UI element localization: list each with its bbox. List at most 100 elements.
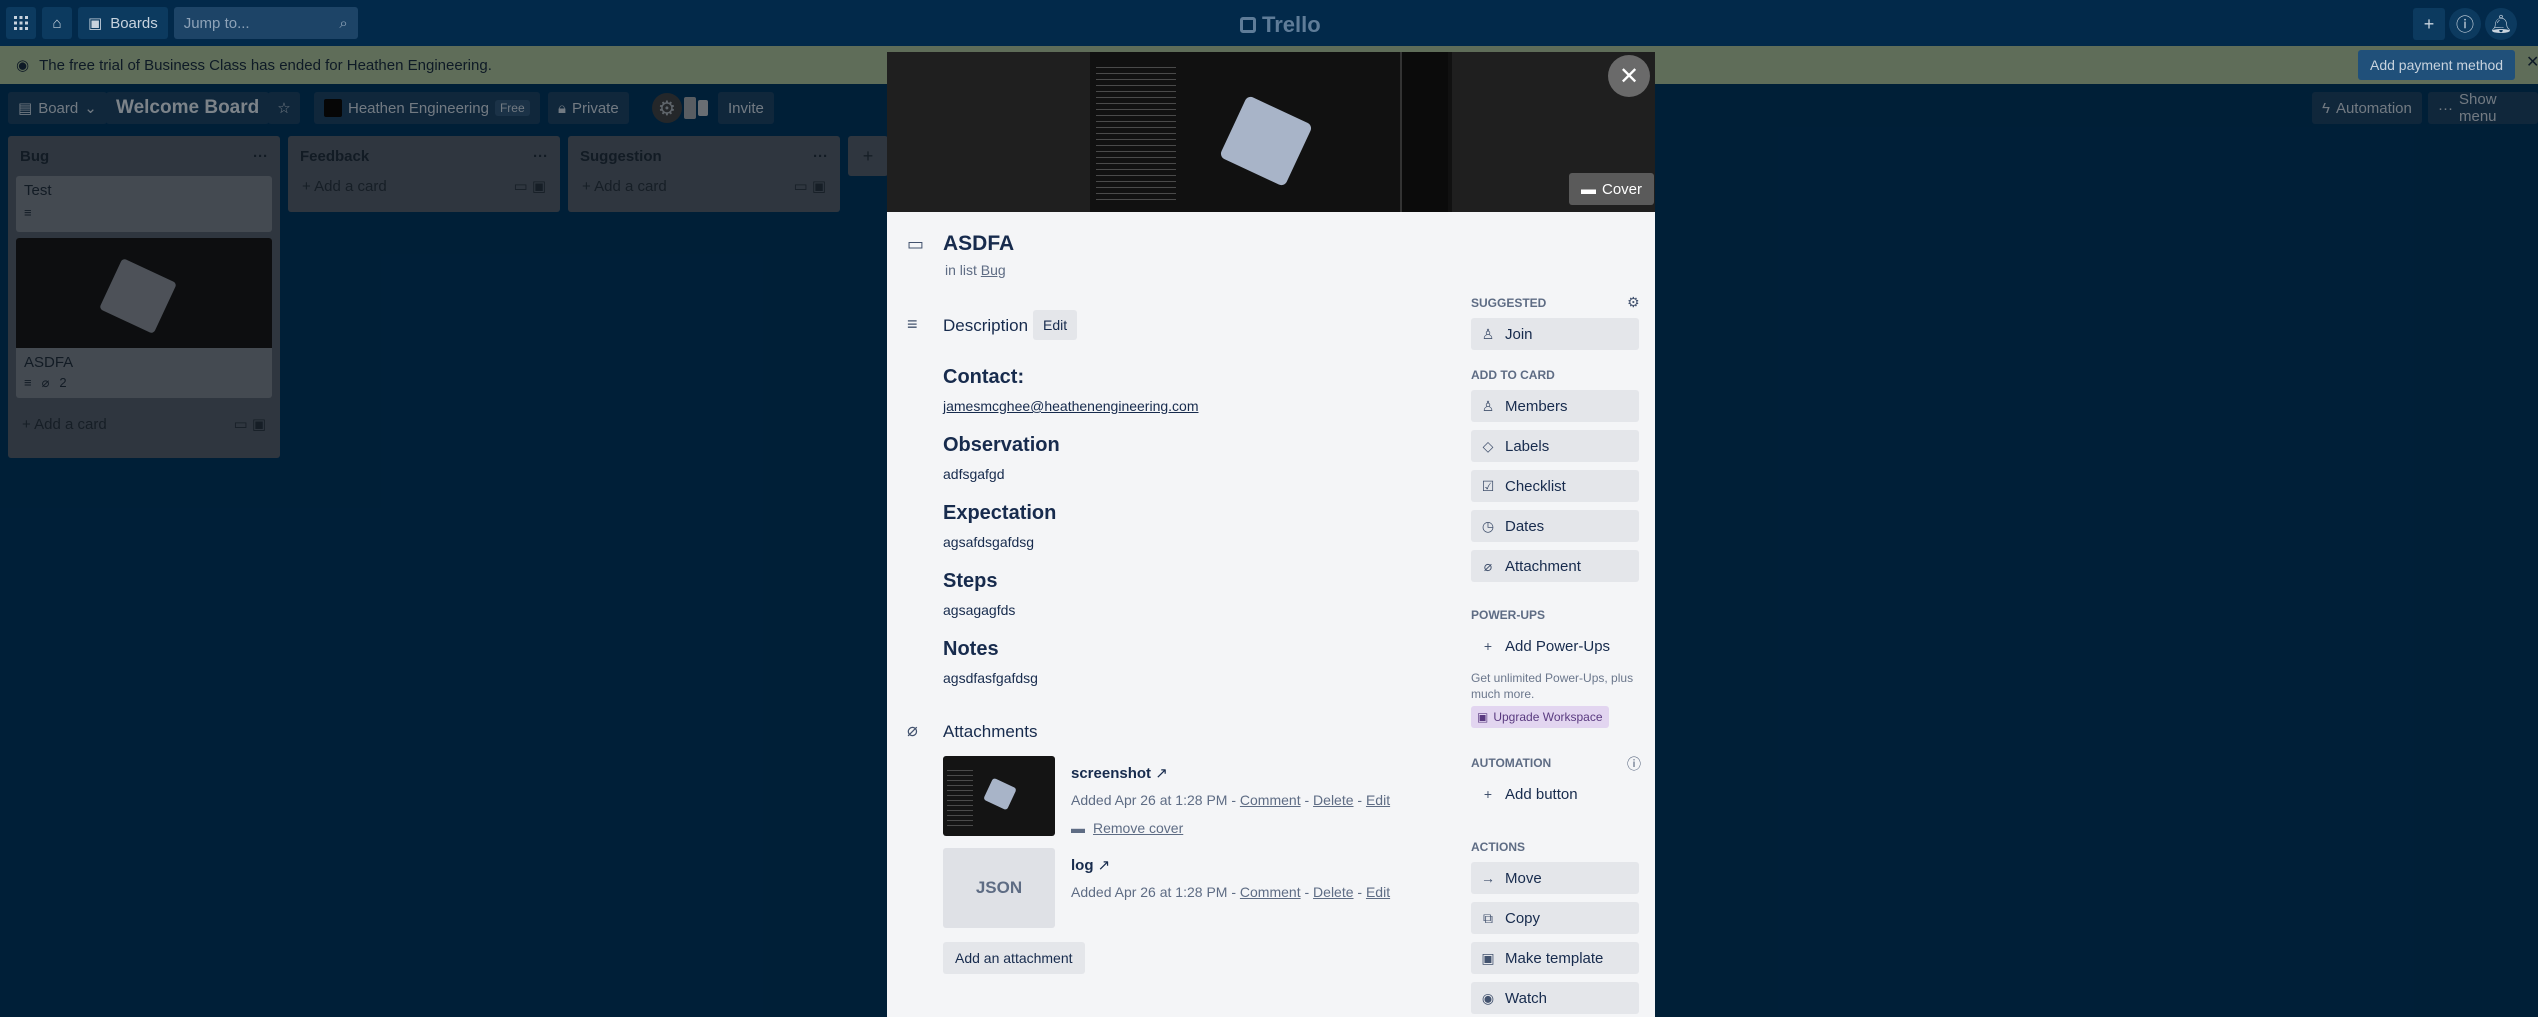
eye-icon: ◉ bbox=[1481, 989, 1495, 1006]
card-cover bbox=[887, 52, 1655, 212]
attachment-meta: Added Apr 26 at 1:28 PM - Comment - Dele… bbox=[1071, 884, 1391, 900]
info-icon[interactable]: ⓘ bbox=[1627, 754, 1641, 774]
cover-label: Cover bbox=[1602, 180, 1643, 198]
notifications-button[interactable]: 🔔︎ bbox=[2485, 8, 2517, 40]
banner-message: The free trial of Business Class has end… bbox=[39, 56, 492, 74]
plus-icon: + bbox=[2423, 13, 2435, 34]
attachment-button[interactable]: ⌀ Attachment bbox=[1471, 550, 1639, 582]
move-label: Move bbox=[1505, 869, 1542, 887]
megaphone-icon: ◉ bbox=[16, 57, 30, 74]
settings-gear-icon[interactable]: ⚙ bbox=[1627, 294, 1640, 311]
cover-side-panel bbox=[1400, 52, 1448, 212]
automation-label: Automation bbox=[1471, 756, 1552, 770]
close-banner-icon[interactable]: ✕ bbox=[2526, 52, 2538, 72]
attachment-meta: Added Apr 26 at 1:28 PM - Comment - Dele… bbox=[1071, 792, 1391, 808]
edit-link[interactable]: Edit bbox=[1366, 792, 1390, 808]
upgrade-workspace-button[interactable]: ▣ Upgrade Workspace bbox=[1471, 706, 1609, 728]
comment-link[interactable]: Comment bbox=[1240, 884, 1301, 900]
create-button[interactable]: + bbox=[2413, 8, 2445, 40]
external-link-icon: ↗ bbox=[1155, 765, 1168, 782]
screenshot-thumbnail[interactable] bbox=[943, 756, 1055, 836]
attachment-added: Added Apr 26 at 1:28 PM bbox=[1071, 792, 1228, 808]
notes-value: agsdfasfgafdsg bbox=[943, 670, 1038, 686]
expectation-value: agsafdsgafdsg bbox=[943, 534, 1035, 550]
add-payment-button[interactable]: Add payment method bbox=[2358, 50, 2516, 80]
card-detail-modal: ✕ ▬ Cover ▭ ASDFA in list Bug ≡ Descript… bbox=[887, 52, 1655, 1017]
join-button[interactable]: ♙ Join bbox=[1471, 318, 1639, 350]
add-button-label: Add button bbox=[1505, 785, 1578, 803]
delete-link[interactable]: Delete bbox=[1313, 792, 1353, 808]
add-powerups-label: Add Power-Ups bbox=[1505, 637, 1611, 655]
contact-email-link[interactable]: jamesmcghee@heathenengineering.com bbox=[943, 398, 1198, 414]
make-template-button[interactable]: ▣ Make template bbox=[1471, 942, 1639, 974]
edit-link[interactable]: Edit bbox=[1366, 884, 1390, 900]
make-template-label: Make template bbox=[1505, 949, 1604, 967]
move-button[interactable]: → Move bbox=[1471, 862, 1639, 894]
checkbox-icon: ☑ bbox=[1481, 477, 1495, 494]
cover-icon: ▬ bbox=[1071, 820, 1085, 836]
checklist-button[interactable]: ☑ Checklist bbox=[1471, 470, 1639, 502]
expectation-heading: Expectation bbox=[943, 502, 1057, 524]
plus-icon: + bbox=[1483, 786, 1493, 802]
remove-cover-row[interactable]: ▬ Remove cover bbox=[1071, 820, 1183, 836]
contact-heading: Contact: bbox=[943, 366, 1025, 388]
attachment-name: screenshot bbox=[1071, 765, 1152, 782]
add-attachment-button[interactable]: Add an attachment bbox=[943, 942, 1085, 974]
jump-to-search[interactable]: Jump to... ⌕ bbox=[173, 7, 358, 39]
upgrade-label: Upgrade Workspace bbox=[1493, 710, 1603, 724]
jump-placeholder: Jump to... bbox=[183, 14, 250, 32]
card-title-heading[interactable]: ASDFA bbox=[943, 232, 1014, 256]
attachment-label: Attachment bbox=[1505, 557, 1581, 575]
cube-graphic bbox=[1219, 94, 1313, 188]
copy-button[interactable]: ⧉ Copy bbox=[1471, 902, 1639, 934]
description-icon: ≡ bbox=[907, 314, 918, 334]
powerups-label: Power-Ups bbox=[1471, 608, 1546, 622]
watch-label: Watch bbox=[1505, 989, 1547, 1007]
cover-text-block bbox=[1096, 62, 1176, 202]
comment-link[interactable]: Comment bbox=[1240, 792, 1301, 808]
trello-logo[interactable]: Trello bbox=[1240, 12, 1321, 38]
close-modal-button[interactable]: ✕ bbox=[1608, 55, 1650, 97]
boards-button[interactable]: ▣ Boards bbox=[78, 7, 168, 39]
watch-button[interactable]: ◉ Watch bbox=[1471, 982, 1639, 1014]
trello-logo-icon bbox=[1240, 17, 1256, 33]
edit-description-button[interactable]: Edit bbox=[1033, 310, 1078, 340]
add-powerups-button[interactable]: + Add Power-Ups bbox=[1471, 630, 1639, 662]
delete-link[interactable]: Delete bbox=[1313, 884, 1353, 900]
dates-label: Dates bbox=[1505, 517, 1545, 535]
remove-cover-link[interactable]: Remove cover bbox=[1093, 820, 1183, 836]
arrow-right-icon: → bbox=[1481, 870, 1495, 886]
info-icon: ⓘ bbox=[2456, 15, 2474, 35]
apps-grid-icon[interactable] bbox=[6, 7, 36, 39]
info-button[interactable]: ⓘ bbox=[2449, 8, 2481, 40]
paperclip-icon: ⌀ bbox=[1483, 557, 1493, 574]
observation-value: adfsgafgd bbox=[943, 466, 1005, 482]
dates-button[interactable]: ◷ Dates bbox=[1471, 510, 1639, 542]
checklist-label: Checklist bbox=[1505, 477, 1566, 495]
template-icon: ▣ bbox=[1481, 949, 1495, 966]
actions-label: Actions bbox=[1471, 840, 1525, 854]
labels-label: Labels bbox=[1505, 437, 1550, 455]
cover-button[interactable]: ▬ Cover bbox=[1569, 173, 1655, 205]
home-button[interactable]: ⌂ bbox=[42, 7, 72, 39]
tag-icon: ◇ bbox=[1482, 437, 1494, 454]
members-button[interactable]: ♙ Members bbox=[1471, 390, 1639, 422]
cover-icon: ▬ bbox=[1581, 180, 1596, 198]
attachment-screenshot[interactable]: screenshot ↗ bbox=[1071, 764, 1168, 782]
labels-button[interactable]: ◇ Labels bbox=[1471, 430, 1639, 462]
in-list-prefix: in list bbox=[945, 262, 977, 278]
copy-icon: ⧉ bbox=[1483, 909, 1493, 926]
paperclip-icon: ⌀ bbox=[907, 720, 918, 740]
home-icon: ⌂ bbox=[52, 14, 62, 32]
logo-text: Trello bbox=[1262, 12, 1321, 37]
attachment-log[interactable]: log ↗ bbox=[1071, 856, 1110, 874]
list-link[interactable]: Bug bbox=[981, 262, 1006, 278]
add-button-button[interactable]: + Add button bbox=[1471, 778, 1639, 810]
json-thumbnail[interactable]: JSON bbox=[943, 848, 1055, 928]
attachments-label: Attachments bbox=[943, 722, 1038, 741]
bell-icon: 🔔︎ bbox=[2489, 13, 2513, 34]
card-icon: ▭ bbox=[907, 234, 925, 254]
powerups-note: Get unlimited Power-Ups, plus much more. bbox=[1471, 671, 1634, 701]
thumb-text-block bbox=[947, 766, 973, 826]
plus-icon: + bbox=[1483, 638, 1493, 654]
